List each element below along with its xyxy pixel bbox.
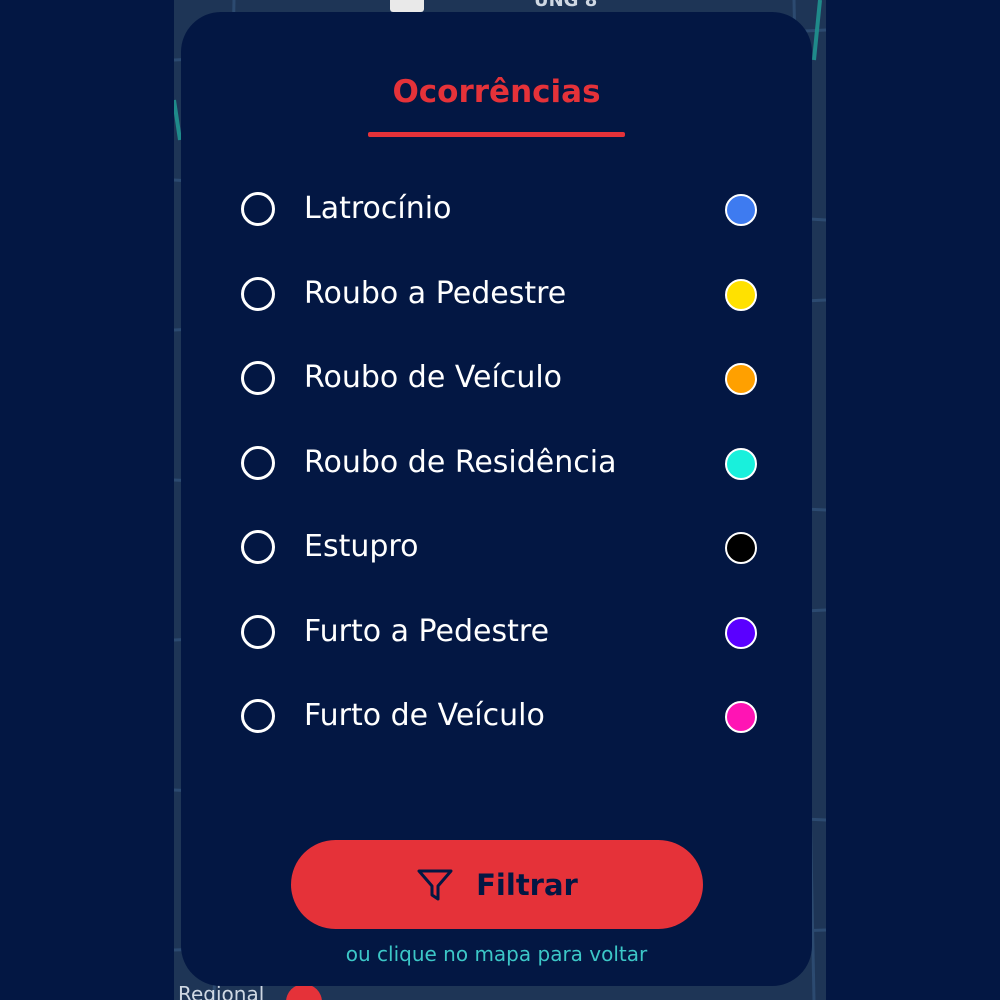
radio-button[interactable] — [241, 192, 275, 226]
map-street-label: UNG 8 — [534, 0, 598, 11]
color-swatch — [725, 279, 757, 311]
option-label: Furto de Veículo — [304, 698, 545, 733]
option-label: Roubo a Pedestre — [304, 276, 567, 311]
road-number-badge — [390, 0, 424, 12]
color-swatch — [725, 448, 757, 480]
option-label: Latrocínio — [304, 191, 452, 226]
option-furto-de-veiculo[interactable]: Furto de Veículo — [241, 697, 757, 741]
radio-button[interactable] — [241, 361, 275, 395]
option-furto-a-pedestre[interactable]: Furto a Pedestre — [241, 613, 757, 657]
color-swatch — [725, 701, 757, 733]
radio-button[interactable] — [241, 446, 275, 480]
option-roubo-de-veiculo[interactable]: Roubo de Veículo — [241, 359, 757, 403]
filter-button-label: Filtrar — [476, 867, 578, 902]
title-underline — [368, 132, 625, 137]
option-roubo-a-pedestre[interactable]: Roubo a Pedestre — [241, 275, 757, 319]
color-swatch — [725, 617, 757, 649]
funnel-icon — [416, 866, 454, 904]
option-roubo-de-residencia[interactable]: Roubo de Residência — [241, 444, 757, 488]
radio-button[interactable] — [241, 277, 275, 311]
back-to-map-hint[interactable]: ou clique no mapa para voltar — [181, 942, 812, 966]
color-swatch — [725, 532, 757, 564]
radio-button[interactable] — [241, 530, 275, 564]
radio-button[interactable] — [241, 615, 275, 649]
option-label: Roubo de Residência — [304, 445, 617, 480]
color-swatch — [725, 363, 757, 395]
option-latrocinio[interactable]: Latrocínio — [241, 190, 757, 234]
color-swatch — [725, 194, 757, 226]
modal-title: Ocorrências — [392, 74, 601, 110]
option-label: Estupro — [304, 529, 419, 564]
option-label: Roubo de Veículo — [304, 360, 563, 395]
option-label: Furto a Pedestre — [304, 614, 550, 649]
option-estupro[interactable]: Estupro — [241, 528, 757, 572]
filter-button[interactable]: Filtrar — [291, 840, 703, 929]
occurrences-filter-modal: Ocorrências Latrocínio Roubo a Pedestre … — [181, 12, 812, 986]
radio-button[interactable] — [241, 699, 275, 733]
